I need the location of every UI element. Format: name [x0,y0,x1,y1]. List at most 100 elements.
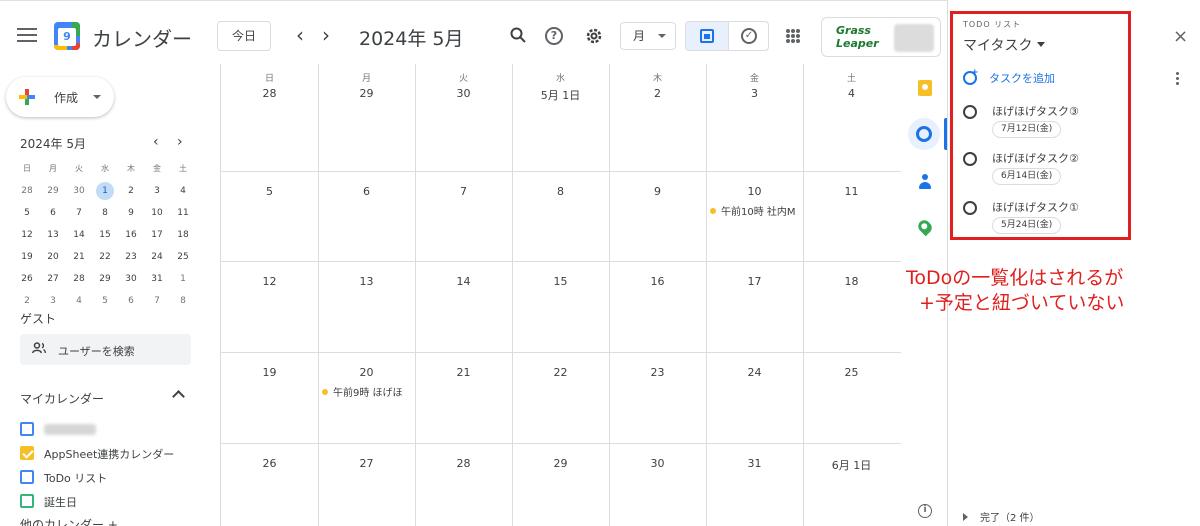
day-number[interactable]: 11 [803,185,900,198]
calendar-logo-icon[interactable]: 9 [54,22,80,50]
day-number[interactable]: 8 [512,185,609,198]
day-number[interactable]: 2 [609,87,706,100]
day-number[interactable]: 6月 1日 [803,457,900,473]
day-number[interactable]: 5月 1日 [512,87,609,103]
mini-day[interactable]: 17 [144,224,170,246]
day-number[interactable]: 14 [415,275,512,288]
day-number[interactable]: 29 [318,87,415,100]
mini-day[interactable]: 5 [14,202,40,224]
mini-day[interactable]: 24 [144,246,170,268]
day-number[interactable]: 24 [706,366,803,379]
day-number[interactable]: 12 [221,275,318,288]
info-icon[interactable]: i [918,504,932,518]
checkbox[interactable] [20,446,34,460]
mini-day[interactable]: 10 [144,202,170,224]
day-number[interactable]: 25 [803,366,900,379]
day-number[interactable]: 7 [415,185,512,198]
day-number[interactable]: 23 [609,366,706,379]
mini-day[interactable]: 8 [170,290,196,312]
chevron-up-icon[interactable] [172,390,185,403]
close-icon[interactable]: × [1173,26,1188,47]
day-number[interactable]: 9 [609,185,706,198]
mini-day[interactable]: 2 [14,290,40,312]
main-menu-icon[interactable] [17,28,37,42]
other-calendars-header[interactable]: 他のカレンダー + [20,516,118,526]
mini-day[interactable]: 15 [92,224,118,246]
mini-day[interactable]: 4 [170,180,196,202]
day-number[interactable]: 17 [706,275,803,288]
mini-day[interactable]: 28 [66,268,92,290]
mini-day[interactable]: 1 [92,180,118,202]
mini-day[interactable]: 1 [170,268,196,290]
day-number[interactable]: 16 [609,275,706,288]
day-number[interactable]: 15 [512,275,609,288]
mini-next-button[interactable]: › [177,134,183,150]
mini-day[interactable]: 5 [92,290,118,312]
mini-day[interactable]: 30 [118,268,144,290]
mini-day[interactable]: 8 [92,202,118,224]
completed-toggle[interactable]: 完了（2 件） [963,509,1040,524]
mini-day[interactable]: 7 [66,202,92,224]
view-select[interactable]: 月 [620,22,676,50]
mini-day[interactable]: 2 [118,180,144,202]
day-number[interactable]: 27 [318,457,415,470]
day-number[interactable]: 20 [318,366,415,379]
day-number[interactable]: 30 [609,457,706,470]
mini-day[interactable]: 27 [40,268,66,290]
day-number[interactable]: 29 [512,457,609,470]
my-calendars-header[interactable]: マイカレンダー [20,390,104,407]
day-number[interactable]: 3 [706,87,803,100]
mini-day[interactable]: 12 [14,224,40,246]
mini-day[interactable]: 23 [118,246,144,268]
day-number[interactable]: 5 [221,185,318,198]
tasks-icon[interactable] [908,118,940,150]
mini-day[interactable]: 3 [144,180,170,202]
account-box[interactable]: Grass Leaper [821,17,941,57]
day-number[interactable]: 6 [318,185,415,198]
mini-day[interactable]: 21 [66,246,92,268]
mini-prev-button[interactable]: ‹ [153,134,159,150]
tasks-view-toggle[interactable]: ✓ [728,22,768,50]
day-number[interactable]: 22 [512,366,609,379]
mini-day[interactable]: 20 [40,246,66,268]
mini-day[interactable]: 29 [40,180,66,202]
day-number[interactable]: 4 [803,87,900,100]
mini-day[interactable]: 18 [170,224,196,246]
search-icon[interactable] [510,27,526,43]
mini-day[interactable]: 29 [92,268,118,290]
checkbox[interactable] [20,470,34,484]
day-number[interactable]: 10 [706,185,803,198]
mini-day[interactable]: 11 [170,202,196,224]
contacts-icon[interactable] [919,174,931,190]
prev-month-button[interactable]: ‹ [296,25,304,45]
mini-day[interactable]: 13 [40,224,66,246]
next-month-button[interactable]: › [322,25,330,45]
checkbox[interactable] [20,494,34,508]
mini-day[interactable]: 4 [66,290,92,312]
calendar-event[interactable]: 午前9時 ほげほ [322,384,409,399]
create-button[interactable]: 作成 [6,77,114,117]
apps-grid-icon[interactable] [786,29,800,43]
mini-day[interactable]: 6 [40,202,66,224]
day-number[interactable]: 28 [221,87,318,100]
day-number[interactable]: 19 [221,366,318,379]
maps-icon[interactable] [915,217,935,237]
mini-day[interactable]: 3 [40,290,66,312]
day-number[interactable]: 21 [415,366,512,379]
mini-day[interactable]: 14 [66,224,92,246]
help-icon[interactable]: ? [545,27,563,45]
checkbox[interactable] [20,422,34,436]
day-number[interactable]: 28 [415,457,512,470]
mini-day[interactable]: 19 [14,246,40,268]
mini-day[interactable]: 6 [118,290,144,312]
day-number[interactable]: 30 [415,87,512,100]
mini-day[interactable]: 26 [14,268,40,290]
gear-icon[interactable] [584,26,604,46]
mini-day[interactable]: 7 [144,290,170,312]
day-number[interactable]: 18 [803,275,900,288]
mini-day[interactable]: 9 [118,202,144,224]
mini-day[interactable]: 25 [170,246,196,268]
avatar[interactable] [894,24,934,52]
guest-search-input[interactable]: ユーザーを検索 [20,334,191,365]
mini-day[interactable]: 28 [14,180,40,202]
